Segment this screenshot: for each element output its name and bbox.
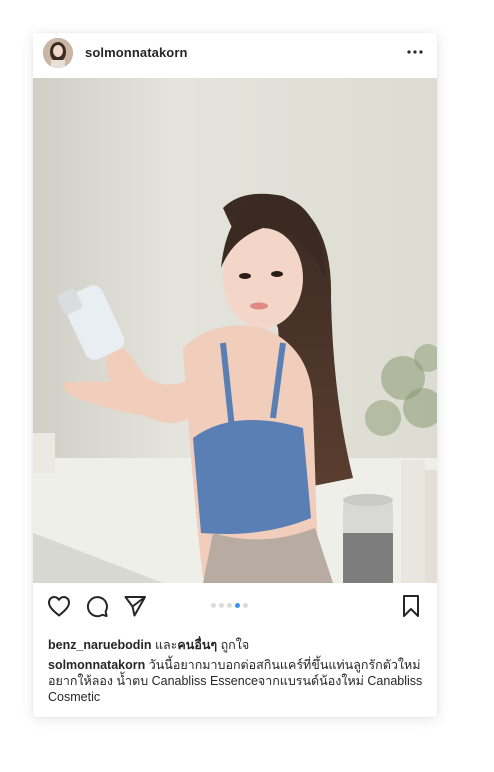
- carousel-dot: [243, 603, 248, 608]
- likes-and: และ: [154, 638, 178, 652]
- more-options-icon[interactable]: [403, 41, 427, 63]
- carousel-dot-active: [235, 603, 240, 608]
- likes-text: benz_naruebodin และคนอื่นๆ ถูกใจ: [48, 635, 249, 655]
- caption-username[interactable]: solmonnatakorn: [48, 658, 145, 672]
- action-bar: [33, 583, 437, 629]
- post-username[interactable]: solmonnatakorn: [85, 45, 188, 60]
- post-header: solmonnatakorn: [33, 33, 437, 78]
- post-photo[interactable]: [33, 78, 437, 583]
- likes-suffix: ถูกใจ: [220, 638, 250, 652]
- avatar[interactable]: [43, 38, 73, 68]
- carousel-dot: [219, 603, 224, 608]
- carousel-dot: [227, 603, 232, 608]
- bookmark-icon[interactable]: [398, 593, 424, 619]
- likes-others[interactable]: คนอื่นๆ: [177, 638, 217, 652]
- share-icon[interactable]: [122, 593, 148, 619]
- post-card: solmonnatakorn benz_naruebodin และคนอื่น…: [33, 33, 437, 717]
- carousel-indicator: [211, 603, 248, 609]
- heart-icon[interactable]: [46, 593, 72, 619]
- likes-user[interactable]: benz_naruebodin: [48, 638, 151, 652]
- carousel-dot: [211, 603, 216, 608]
- post-caption: solmonnatakorn วันนี้อยากมาบอกต่อสกินแคร…: [48, 657, 433, 705]
- comment-icon[interactable]: [84, 593, 110, 619]
